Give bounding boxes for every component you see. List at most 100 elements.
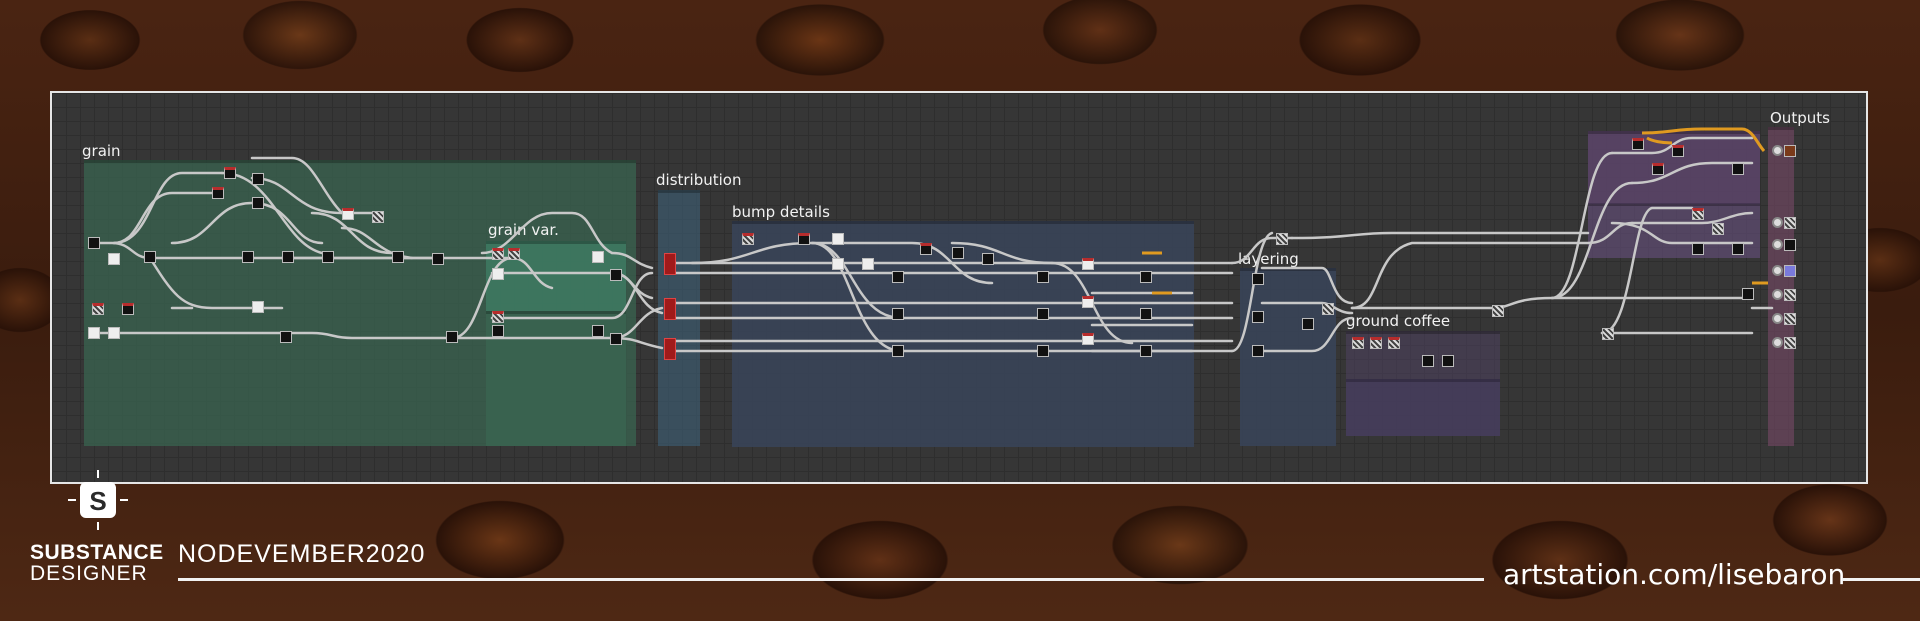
node-bump-blend-6[interactable] [1037,345,1049,357]
node-outputs-1[interactable] [1632,138,1644,150]
node-bump-end-3[interactable] [1140,345,1152,357]
output-port-ao[interactable] [1772,313,1783,324]
node-grainvar-input[interactable] [492,268,504,280]
node-bump-white-2[interactable] [832,258,844,270]
footer-rule-left [178,578,1484,581]
node-outputs-6[interactable] [1712,223,1724,235]
node-grain-blend-4[interactable] [322,251,334,263]
output-port-roughness[interactable] [1772,239,1783,250]
node-grain-blend-6[interactable] [242,251,254,263]
node-grainvar-white[interactable] [592,251,604,263]
logo-wordmark: SUBSTANCE DESIGNER [30,542,164,584]
node-grain-noise-1[interactable] [372,211,384,223]
node-layering-3[interactable] [1252,345,1264,357]
logo-line-2: DESIGNER [30,562,148,585]
node-grain-levels-1[interactable] [252,173,264,185]
logo-letter: S [89,486,106,516]
node-grain-gradient[interactable] [108,253,120,265]
node-graph-canvas[interactable]: grain grain var. distribution bump detai… [50,91,1868,484]
node-grainvar-blend-3[interactable] [592,325,604,337]
node-grain-input-2[interactable] [108,327,120,339]
node-grainvar-noise-3[interactable] [492,311,504,323]
node-bump-white-3[interactable] [862,258,874,270]
node-bump-noise-2[interactable] [798,233,810,245]
node-grain-output[interactable] [280,331,292,343]
output-thumb-ao [1784,313,1796,325]
node-grain-transform-1[interactable] [212,187,224,199]
node-bump-blend-2[interactable] [892,308,904,320]
substance-logo-icon: S [68,470,128,530]
node-layering-5[interactable] [1302,318,1314,330]
node-layering-2[interactable] [1252,311,1264,323]
node-grain-shape[interactable] [88,237,100,249]
node-grain-blend-5[interactable] [282,251,294,263]
output-port-extra[interactable] [1772,337,1783,348]
node-layering-4[interactable] [1276,233,1288,245]
node-distribution-2[interactable] [664,298,676,320]
node-bump-white-1[interactable] [832,233,844,245]
artist-url[interactable]: artstation.com/lisebaron [1503,558,1845,591]
node-outputs-10[interactable] [1602,328,1614,340]
node-outputs-9[interactable] [1742,288,1754,300]
node-layering-1[interactable] [1252,273,1264,285]
node-ground-noise-1[interactable] [1352,337,1364,349]
node-grainvar-noise-2[interactable] [508,248,520,260]
output-thumb-extra [1784,337,1796,349]
node-bump-levels-1[interactable] [952,247,964,259]
node-ground-noise-2[interactable] [1370,337,1382,349]
node-bump-blend-3[interactable] [892,345,904,357]
node-grain-noise-3[interactable] [122,303,134,315]
node-grain-blend-2[interactable] [392,251,404,263]
node-grainvar-end[interactable] [610,333,622,345]
node-outputs-3[interactable] [1652,163,1664,175]
node-grain-noise-2[interactable] [92,303,104,315]
footer-rule-right [1842,578,1920,581]
node-grain-blend-1[interactable] [144,251,156,263]
output-thumb-roughness [1784,239,1796,251]
node-bump-blend-1[interactable] [892,271,904,283]
output-thumb-metallic [1784,265,1796,277]
node-grainvar-blend-2[interactable] [492,325,504,337]
node-ground-end[interactable] [1492,305,1504,317]
node-ground-blend-2[interactable] [1442,355,1454,367]
node-outputs-8[interactable] [1732,243,1744,255]
graph-links [90,127,1774,353]
node-layering-6[interactable] [1322,303,1334,315]
output-thumb-basecolor [1784,145,1796,157]
node-outputs-4[interactable] [1732,163,1744,175]
node-grain-input-1[interactable] [88,327,100,339]
node-ground-blend-1[interactable] [1422,355,1434,367]
node-bump-noise-3[interactable] [920,243,932,255]
node-outputs-5[interactable] [1692,208,1704,220]
output-port-basecolor[interactable] [1772,145,1783,156]
node-grain-end[interactable] [446,331,458,343]
node-grainvar-noise-1[interactable] [492,248,504,260]
node-grainvar-blend[interactable] [610,269,622,281]
node-bump-blend-5[interactable] [1037,308,1049,320]
logo-line-1: SUBSTANCE [30,541,164,564]
node-ground-noise-3[interactable] [1388,337,1400,349]
node-grain-levels-2[interactable] [252,197,264,209]
output-port-height[interactable] [1772,289,1783,300]
node-grain-warp[interactable] [342,208,354,220]
node-bump-end-2[interactable] [1140,308,1152,320]
node-outputs-2[interactable] [1672,145,1684,157]
output-port-metallic[interactable] [1772,265,1783,276]
node-bump-noise-1[interactable] [742,233,754,245]
node-grain-transform-2[interactable] [224,167,236,179]
output-thumb-height [1784,289,1796,301]
node-bump-blend-4[interactable] [1037,271,1049,283]
node-grain-white[interactable] [252,301,264,313]
node-distribution-1[interactable] [664,253,676,275]
node-outputs-7[interactable] [1692,243,1704,255]
node-bump-levels-2[interactable] [982,253,994,265]
output-thumb-normal [1784,217,1796,229]
node-bump-curve-1[interactable] [1082,258,1094,270]
event-tag: NODEVEMBER2020 [178,540,426,568]
output-port-normal[interactable] [1772,217,1783,228]
node-bump-curve-3[interactable] [1082,333,1094,345]
node-bump-curve-2[interactable] [1082,296,1094,308]
node-bump-end-1[interactable] [1140,271,1152,283]
node-grain-blend-3[interactable] [432,253,444,265]
node-distribution-3[interactable] [664,338,676,360]
